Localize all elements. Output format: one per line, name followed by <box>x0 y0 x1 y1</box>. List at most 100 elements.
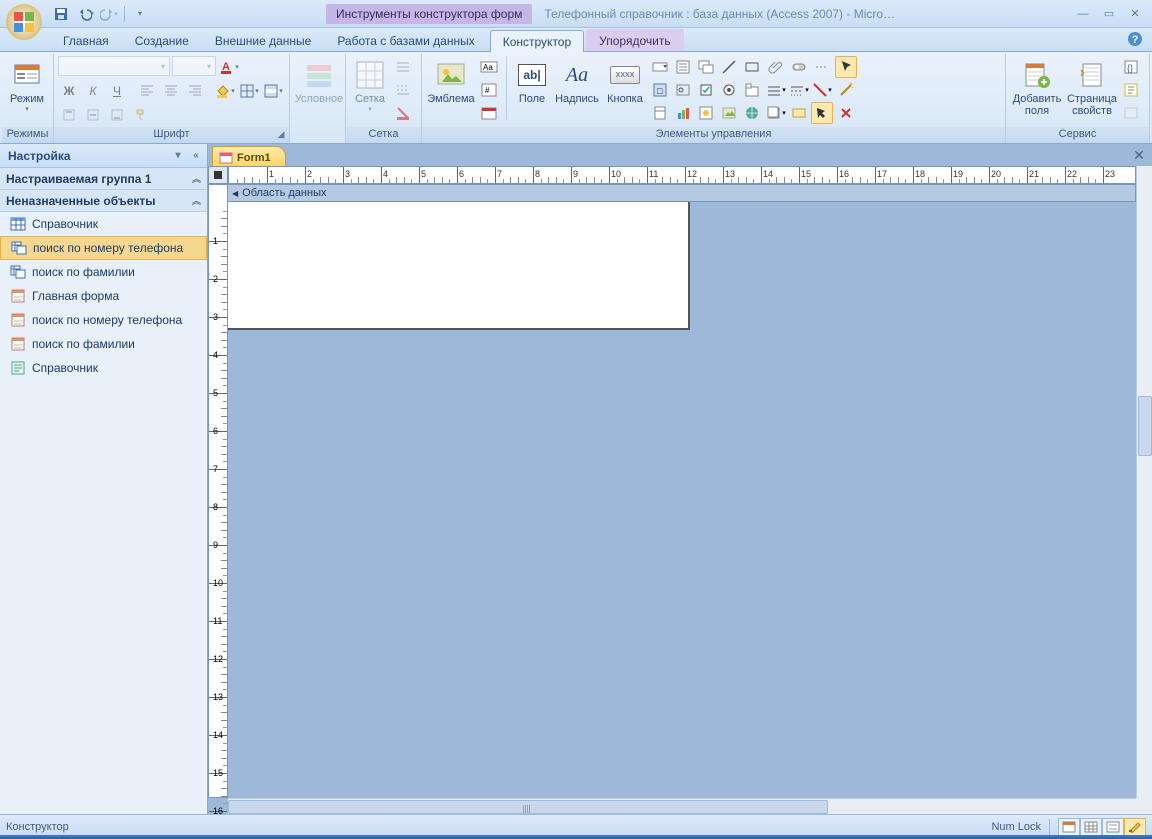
page-break-icon[interactable] <box>811 56 833 78</box>
qat-save-button[interactable] <box>50 3 72 25</box>
format-painter-button[interactable] <box>130 104 152 126</box>
line-thickness-icon[interactable]: ▾ <box>765 79 787 101</box>
detail-section-header[interactable]: ◀Область данных <box>228 184 1136 202</box>
grid-width-button[interactable] <box>392 56 414 78</box>
line-type-icon[interactable]: ▾ <box>788 79 810 101</box>
font-family-combo[interactable]: ▾ <box>58 56 170 76</box>
vscroll-thumb[interactable] <box>1138 396 1152 456</box>
qat-redo-button[interactable]: ▾ <box>98 3 120 25</box>
nav-group-custom[interactable]: Настраиваемая группа 1︽ <box>0 168 207 190</box>
minimize-button[interactable]: — <box>1070 5 1096 23</box>
view-button[interactable]: Режим ▾ <box>6 56 48 124</box>
tab-external-data[interactable]: Внешние данные <box>202 29 325 51</box>
italic-button[interactable]: К <box>82 80 104 102</box>
date-time-button[interactable] <box>478 102 500 124</box>
button-control-button[interactable]: XXXX Кнопка <box>603 56 647 124</box>
design-surface[interactable]: ◀Область данных <box>228 184 1136 798</box>
nav-item[interactable]: поиск по номеру телефона <box>0 236 207 260</box>
hscroll-thumb[interactable] <box>228 800 828 814</box>
layout-view-button[interactable] <box>1102 818 1124 836</box>
align-top-button[interactable] <box>58 104 80 126</box>
form-background[interactable] <box>228 202 690 330</box>
ruler-corner-select-all[interactable] <box>208 166 228 184</box>
option-group-icon[interactable] <box>672 79 694 101</box>
gridlines-big-button[interactable]: Сетка▾ <box>350 56 390 124</box>
vertical-scrollbar[interactable] <box>1136 166 1152 798</box>
control-wizards-icon[interactable] <box>835 79 857 101</box>
office-button[interactable] <box>4 2 44 42</box>
property-sheet-button[interactable]: Страница свойств <box>1066 56 1118 124</box>
listbox-control-icon[interactable] <box>672 56 694 78</box>
form-view-button[interactable] <box>1058 818 1080 836</box>
bold-button[interactable]: Ж <box>58 80 80 102</box>
align-left-button[interactable] <box>136 80 158 102</box>
combobox-control-icon[interactable] <box>649 56 671 78</box>
grid-color-button[interactable] <box>392 102 414 124</box>
image-control-icon[interactable] <box>718 102 740 124</box>
alternate-row-button[interactable]: ▾ <box>262 80 284 102</box>
tab-design[interactable]: Конструктор <box>490 30 584 52</box>
horizontal-scrollbar[interactable] <box>228 798 1136 814</box>
gridlines-button[interactable]: ▾ <box>238 80 260 102</box>
document-tab[interactable]: Form1 <box>212 146 286 166</box>
rectangle-control-icon[interactable] <box>741 56 763 78</box>
code-button[interactable]: {} <box>1120 56 1142 78</box>
page-numbers-button[interactable]: # <box>478 79 500 101</box>
qat-customize-button[interactable]: ▾ <box>129 3 151 25</box>
underline-button[interactable]: Ч <box>106 80 128 102</box>
grid-style-button[interactable] <box>392 79 414 101</box>
hyperlink-control-icon[interactable] <box>741 102 763 124</box>
nav-collapse-icon[interactable]: « <box>187 147 205 165</box>
bound-object-frame-icon[interactable]: □ <box>649 79 671 101</box>
tab-arrange[interactable]: Упорядочить <box>586 29 683 51</box>
align-middle-v-button[interactable] <box>82 104 104 126</box>
select-object-icon[interactable] <box>835 56 857 78</box>
fill-color-button[interactable]: ▾ <box>214 80 236 102</box>
font-dialog-launcher[interactable]: ◢ <box>275 129 287 141</box>
qat-undo-button[interactable]: ▾ <box>74 3 96 25</box>
insert-page-icon[interactable] <box>649 102 671 124</box>
help-button[interactable]: ? <box>1126 30 1144 48</box>
nav-item[interactable]: Справочник <box>0 356 207 380</box>
label-control-button[interactable]: Aa Надпись <box>553 56 601 124</box>
line-color-icon[interactable]: ▾ <box>811 79 833 101</box>
tab-database-tools[interactable]: Работа с базами данных <box>324 29 487 51</box>
convert-macros-button[interactable] <box>1120 102 1142 124</box>
align-center-button[interactable] <box>160 80 182 102</box>
tab-home[interactable]: Главная <box>50 29 122 51</box>
design-view-button[interactable] <box>1124 818 1146 836</box>
chart-control-icon[interactable] <box>672 102 694 124</box>
nav-item[interactable]: поиск по фамилии <box>0 332 207 356</box>
logo-button[interactable]: Эмблема <box>426 56 476 124</box>
textbox-control-button[interactable]: ab| Поле <box>513 56 551 124</box>
document-close-button[interactable]: ✕ <box>1130 146 1148 164</box>
horizontal-ruler[interactable]: 1234567891011121314151617181920212223 <box>228 166 1136 184</box>
tab-control-icon[interactable] <box>741 79 763 101</box>
vertical-ruler[interactable]: 12345678910111213141516 <box>208 184 228 798</box>
tab-create[interactable]: Создание <box>122 29 202 51</box>
select-all-icon[interactable] <box>811 102 833 124</box>
conditional-formatting-button[interactable]: Условное <box>294 56 344 124</box>
nav-item[interactable]: поиск по номеру телефона <box>0 308 207 332</box>
nav-dropdown-icon[interactable]: ▾ <box>169 147 187 165</box>
close-button[interactable]: ✕ <box>1122 5 1148 23</box>
run-macro-button[interactable] <box>1120 79 1142 101</box>
nav-item[interactable]: Справочник <box>0 212 207 236</box>
nav-item[interactable]: поиск по фамилии <box>0 260 207 284</box>
activex-controls-icon[interactable] <box>835 102 857 124</box>
set-control-defaults-icon[interactable] <box>788 102 810 124</box>
font-color-button[interactable]: A▾ <box>218 56 240 78</box>
restore-button[interactable]: ▭ <box>1096 5 1122 23</box>
subform-control-icon[interactable] <box>695 56 717 78</box>
title-control-button[interactable]: Aa <box>478 56 500 78</box>
unbound-object-icon[interactable] <box>695 102 717 124</box>
align-bottom-button[interactable] <box>106 104 128 126</box>
line-control-icon[interactable] <box>718 56 740 78</box>
datasheet-view-button[interactable] <box>1080 818 1102 836</box>
nav-pane-header[interactable]: Настройка ▾« <box>0 144 207 168</box>
checkbox-control-icon[interactable] <box>695 79 717 101</box>
toggle-button-icon[interactable] <box>788 56 810 78</box>
attachment-control-icon[interactable] <box>765 56 787 78</box>
font-size-combo[interactable]: ▾ <box>172 56 216 76</box>
special-effect-icon[interactable]: ▾ <box>765 102 787 124</box>
